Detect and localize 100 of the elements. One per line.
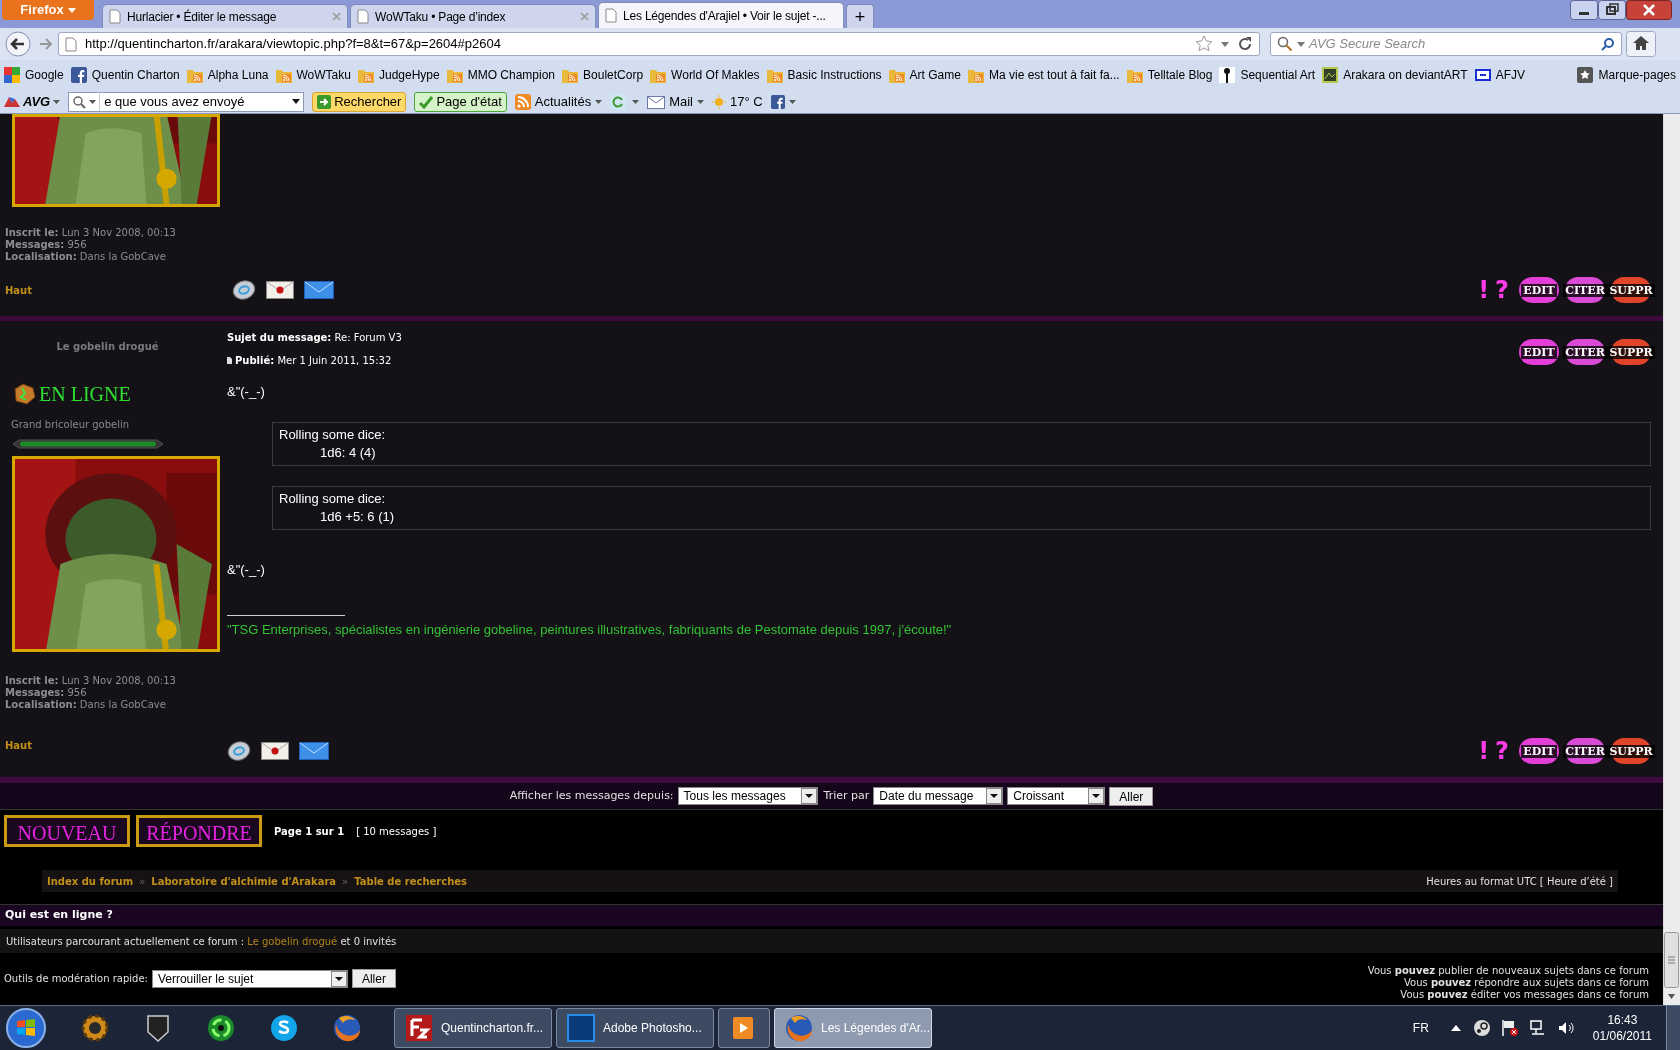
search-icon[interactable]: [1601, 37, 1615, 51]
start-button[interactable]: [6, 1008, 46, 1048]
report-button[interactable]: !: [1478, 739, 1490, 763]
envelope-icon[interactable]: [299, 742, 329, 760]
search-field[interactable]: e que vous avez envoyé: [68, 91, 305, 112]
search-field[interactable]: AVG Secure Search: [1270, 32, 1622, 56]
bookmark-link[interactable]: World Of Makles: [650, 66, 760, 84]
top-link[interactable]: Haut: [5, 282, 232, 298]
address-bar[interactable]: http://quentincharton.fr/arakara/viewtopic.php?f=8&t=67&p=2604#p2604: [58, 32, 1260, 56]
folder-feed-icon: [186, 67, 203, 83]
taskbar-button[interactable]: Quentincharton.fr...: [394, 1008, 552, 1048]
clock[interactable]: 16:43 01/06/2011: [1592, 1012, 1652, 1044]
page-icon: [357, 9, 369, 24]
gear-icon[interactable]: [79, 1012, 111, 1044]
browser-tab[interactable]: Les Légendes d'Arajiel • Voir le sujet -...: [598, 2, 844, 28]
topic-button[interactable]: NOUVEAU: [4, 815, 130, 847]
post-action-button[interactable]: CITER: [1565, 738, 1605, 764]
breadcrumb-link[interactable]: Table de recherches: [354, 873, 468, 889]
bookmark-link[interactable]: Sequential Art: [1219, 66, 1316, 84]
minimize-icon[interactable]: [1570, 0, 1598, 20]
star-icon[interactable]: [1195, 35, 1213, 53]
sealed-letter-icon[interactable]: [261, 742, 289, 760]
close-icon[interactable]: [1626, 0, 1672, 20]
order-select[interactable]: Croissant: [1007, 787, 1106, 805]
bookmark-link[interactable]: Google: [4, 66, 64, 84]
firefox-icon: [783, 1012, 815, 1044]
language-indicator[interactable]: FR: [1412, 1019, 1429, 1037]
search-icon[interactable]: [1277, 36, 1293, 52]
show-desktop-button[interactable]: [1666, 1006, 1680, 1050]
profile-field: Messages: 956: [5, 239, 1658, 251]
breadcrumb-link[interactable]: Index du forum: [47, 873, 134, 889]
bookmark-link[interactable]: AFJV: [1474, 66, 1525, 84]
post-action-button[interactable]: CITER: [1565, 339, 1605, 365]
network-icon[interactable]: [1528, 1019, 1547, 1037]
sort-select[interactable]: Date du message: [873, 787, 1004, 805]
swirl-icon[interactable]: [205, 1012, 237, 1044]
up-arrow-icon[interactable]: [1450, 1024, 1461, 1032]
disc-icon[interactable]: [227, 740, 251, 762]
permission-text: Vous pouvez publier de nouveaux sujets dans ce forum: [1367, 965, 1649, 977]
dropdown-icon[interactable]: [1221, 41, 1229, 47]
bookmark-link[interactable]: Alpha Luna: [186, 66, 269, 84]
bookmark-link[interactable]: Quentin Charton: [70, 66, 180, 84]
topic-button[interactable]: RÉPONDRE: [136, 815, 262, 847]
refresh-button[interactable]: [610, 93, 640, 110]
bookmark-link[interactable]: MMO Champion: [446, 66, 556, 84]
go-button[interactable]: Aller: [1109, 786, 1154, 806]
bookmark-link[interactable]: JudgeHype: [357, 66, 440, 84]
news-button[interactable]: Actualités: [514, 91, 603, 112]
taskbar-button[interactable]: Adobe Photosho...: [556, 1008, 714, 1048]
status-button[interactable]: Page d'état: [414, 91, 507, 112]
user-link[interactable]: Le gobelin drogué: [247, 935, 338, 947]
go-button[interactable]: Aller: [351, 969, 396, 988]
profile-field: Inscrit le: Lun 3 Nov 2008, 00:13: [5, 227, 1658, 239]
disc-icon[interactable]: [232, 279, 256, 301]
report-button[interactable]: !: [1478, 278, 1490, 302]
dropdown-icon[interactable]: [1297, 41, 1305, 47]
firefox-icon[interactable]: [331, 1012, 363, 1044]
post-action-button[interactable]: CITER: [1565, 277, 1605, 303]
post-text: &"(-_-): [227, 560, 266, 579]
search-button[interactable]: Rechercher: [312, 91, 407, 112]
info-button[interactable]: ?: [1495, 739, 1509, 763]
new-tab-button[interactable]: +: [846, 4, 874, 28]
skype-icon[interactable]: [268, 1012, 300, 1044]
top-link[interactable]: Haut: [5, 738, 222, 753]
bookmark-link[interactable]: Arakara on deviantART: [1322, 66, 1468, 84]
post-action-button[interactable]: EDIT: [1519, 339, 1559, 365]
flag-icon[interactable]: [1500, 1019, 1519, 1037]
sort-label: Afficher les messages depuis:: [509, 787, 674, 804]
bookmarks-menu[interactable]: Marque-pages: [1576, 66, 1676, 84]
facebook-button[interactable]: [770, 94, 796, 109]
browser-tab[interactable]: WoWTaku • Page d’index: [350, 4, 596, 28]
taskbar-button[interactable]: [718, 1008, 770, 1048]
browser-tab[interactable]: Hurlacier • Éditer le message: [102, 4, 348, 28]
bookmark-link[interactable]: BouletCorp: [562, 66, 644, 84]
scroll-thumb-icon[interactable]: [1664, 932, 1679, 988]
dice-roll-title: Rolling some dice:: [279, 489, 387, 508]
page-icon: [109, 9, 121, 24]
post-action-button[interactable]: EDIT: [1519, 277, 1559, 303]
period-select[interactable]: Tous les messages: [677, 787, 818, 805]
bookmark-link[interactable]: WoWTaku: [275, 66, 351, 84]
bookmark-link[interactable]: Art Game: [888, 66, 961, 84]
restore-icon[interactable]: [1598, 0, 1626, 20]
sealed-letter-icon[interactable]: [266, 281, 294, 299]
reload-icon[interactable]: [1237, 36, 1253, 52]
bookmark-link[interactable]: Ma vie est tout à fait fa...: [967, 66, 1120, 84]
envelope-icon[interactable]: [304, 281, 334, 299]
back-icon[interactable]: [4, 30, 34, 58]
mail-button[interactable]: Mail: [647, 91, 704, 112]
moderation-select[interactable]: Verrouiller le sujet: [151, 969, 348, 988]
bookmark-link[interactable]: Telltale Blog: [1126, 66, 1213, 84]
info-button[interactable]: ?: [1495, 278, 1509, 302]
scrollbar[interactable]: [1663, 114, 1680, 1005]
home-icon[interactable]: [1626, 31, 1656, 57]
post-action-button[interactable]: EDIT: [1519, 738, 1559, 764]
weather-button[interactable]: 17° C: [712, 91, 763, 112]
profile-field: Inscrit le: Lun 3 Nov 2008, 00:13: [5, 675, 222, 687]
pin-icon: [1219, 67, 1236, 83]
bookmark-link[interactable]: Basic Instructions: [766, 66, 882, 84]
breadcrumb-link[interactable]: Laboratoire d'alchimie d'Arakara: [151, 873, 337, 889]
avg-menu[interactable]: AVG: [4, 91, 61, 112]
